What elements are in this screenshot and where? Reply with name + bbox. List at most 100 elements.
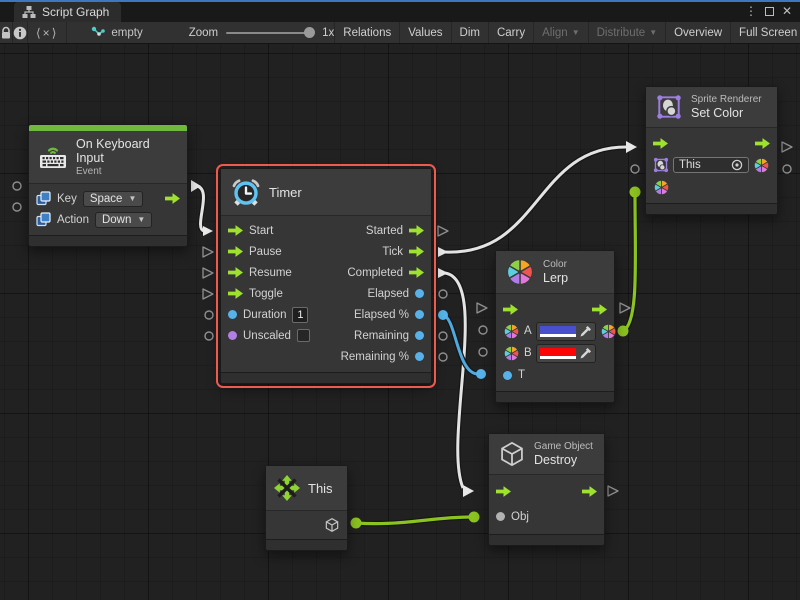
- port-lerp-b[interactable]: [479, 348, 487, 356]
- node-color-lerp[interactable]: Color Lerp A: [495, 250, 615, 403]
- port-timer-remaining[interactable]: [439, 332, 447, 340]
- port-timer-remaining-pct[interactable]: [439, 353, 447, 361]
- flow-in-arrow-icon: [653, 138, 668, 149]
- lerp-t-row: T: [496, 364, 614, 386]
- wire-this-to-destroy-obj[interactable]: [356, 517, 470, 524]
- port-setcolor-out[interactable]: [783, 165, 791, 173]
- values-button[interactable]: Values: [399, 22, 450, 43]
- node-set-color[interactable]: Sprite Renderer Set Color This: [645, 86, 778, 215]
- overview-button[interactable]: Overview: [665, 22, 730, 43]
- flow-in-arrow-icon: [228, 225, 243, 236]
- duration-input[interactable]: 1: [292, 307, 308, 323]
- action-dropdown[interactable]: Down▼: [95, 212, 152, 228]
- port-destroy-flow-out[interactable]: [608, 486, 618, 496]
- color-wheel-icon: [753, 157, 770, 174]
- unscaled-checkbox[interactable]: [297, 329, 310, 342]
- port-setcolor-flow-in[interactable]: [626, 141, 637, 153]
- port-setcolor-color-in[interactable]: [630, 187, 641, 198]
- eyedropper-icon[interactable]: [579, 347, 592, 360]
- color-wheel-icon: [503, 323, 520, 340]
- node-category: Sprite Renderer: [691, 94, 762, 105]
- toolbar-buttons: Relations Values Dim Carry Align▼ Distri…: [334, 22, 800, 43]
- dim-button[interactable]: Dim: [451, 22, 488, 43]
- port-timer-duration[interactable]: [205, 311, 213, 319]
- maximize-icon[interactable]: [765, 7, 774, 16]
- key-dropdown[interactable]: Space▼: [83, 191, 144, 207]
- port-timer-started[interactable]: [438, 226, 448, 236]
- port-this-out[interactable]: [351, 518, 362, 529]
- port-keyboard-key-in[interactable]: [13, 182, 21, 190]
- t-label: T: [518, 369, 525, 381]
- flow-in-arrow-icon: [228, 288, 243, 299]
- port-timer-toggle[interactable]: [203, 289, 213, 299]
- port-keyboard-action-in[interactable]: [13, 203, 21, 211]
- port-timer-pause[interactable]: [203, 247, 213, 257]
- lerp-a-row: A: [496, 320, 614, 342]
- port-setcolor-target-in[interactable]: [631, 165, 639, 173]
- titlebar: Script Graph ⋮ ✕: [0, 0, 800, 22]
- close-icon[interactable]: ✕: [782, 5, 792, 17]
- flow-out-arrow-icon: [165, 193, 180, 204]
- timer-row-pause-tick: Pause Tick: [221, 241, 431, 262]
- timer-row-resume-completed: Resume Completed: [221, 262, 431, 283]
- wire-elapsed-pct-to-lerp-t[interactable]: [443, 315, 478, 374]
- tab-script-graph[interactable]: Script Graph: [14, 2, 121, 22]
- port-setcolor-flow-out[interactable]: [782, 142, 792, 152]
- window-menu-icon[interactable]: ⋮: [745, 5, 757, 17]
- color-b-field[interactable]: [536, 344, 596, 363]
- wire-completed-to-destroy-flow[interactable]: [445, 273, 465, 488]
- zoom-slider-handle[interactable]: [304, 27, 315, 38]
- color-wheel-icon: [505, 257, 535, 287]
- fullscreen-button[interactable]: Full Screen: [730, 22, 800, 43]
- port-lerp-t[interactable]: [476, 369, 486, 379]
- carry-button[interactable]: Carry: [488, 22, 533, 43]
- node-this[interactable]: This: [265, 465, 348, 551]
- key-label: Key: [57, 193, 77, 205]
- color-b-swatch[interactable]: [540, 348, 576, 359]
- color-wheel-icon: [600, 323, 617, 340]
- flow-out-arrow-icon: [755, 138, 770, 149]
- lock-button[interactable]: [0, 22, 13, 43]
- keycode-icon: [36, 212, 51, 227]
- relations-button[interactable]: Relations: [334, 22, 399, 43]
- port-timer-resume[interactable]: [203, 268, 213, 278]
- info-button[interactable]: [13, 22, 28, 43]
- timer-row-remainingpct: Remaining %: [221, 346, 431, 367]
- port-lerp-color-out[interactable]: [618, 326, 629, 337]
- keyboard-action-row: Action Down▼: [29, 209, 187, 230]
- code-preview-button[interactable]: ⟨×⟩: [28, 22, 67, 43]
- flow-out-arrow-icon: [582, 486, 597, 497]
- node-on-keyboard-input[interactable]: On Keyboard Input Event Key Space▼ Actio…: [28, 124, 188, 247]
- port-lerp-flow-in[interactable]: [477, 303, 487, 313]
- zoom-slider[interactable]: [226, 32, 314, 34]
- chevron-down-icon: ▼: [137, 215, 145, 224]
- wire-keyboard-to-timer-start[interactable]: [197, 186, 204, 231]
- graph-canvas[interactable]: On Keyboard Input Event Key Space▼ Actio…: [0, 44, 800, 600]
- node-header: Game Object Destroy: [489, 434, 604, 475]
- distribute-button[interactable]: Distribute▼: [588, 22, 666, 43]
- eyedropper-icon[interactable]: [579, 325, 592, 338]
- port-destroy-flow-in[interactable]: [463, 485, 474, 497]
- graph-reference[interactable]: empty: [81, 22, 152, 43]
- port-timer-tick[interactable]: [438, 247, 448, 257]
- port-timer-elapsed-pct[interactable]: [438, 310, 448, 320]
- object-picker-icon[interactable]: [731, 159, 743, 171]
- node-timer[interactable]: Timer Start Started Pause Tick Resume Co…: [220, 168, 432, 384]
- port-lerp-flow-out[interactable]: [620, 303, 630, 313]
- wire-tick-to-setcolor-flow[interactable]: [445, 147, 626, 252]
- node-destroy[interactable]: Game Object Destroy Obj: [488, 433, 605, 546]
- port-lerp-a[interactable]: [479, 326, 487, 334]
- timer-row-start-started: Start Started: [221, 220, 431, 241]
- target-object-field[interactable]: This: [673, 157, 749, 173]
- align-button[interactable]: Align▼: [533, 22, 588, 43]
- port-timer-start[interactable]: [203, 226, 213, 236]
- lerp-b-row: B: [496, 342, 614, 364]
- port-timer-unscaled[interactable]: [205, 332, 213, 340]
- port-timer-completed[interactable]: [438, 268, 448, 278]
- color-a-swatch[interactable]: [540, 326, 576, 337]
- port-timer-elapsed[interactable]: [439, 290, 447, 298]
- color-a-field[interactable]: [536, 322, 596, 341]
- value-port-icon: [228, 331, 237, 340]
- port-destroy-obj-in[interactable]: [469, 512, 480, 523]
- flow-out-arrow-icon: [409, 267, 424, 278]
